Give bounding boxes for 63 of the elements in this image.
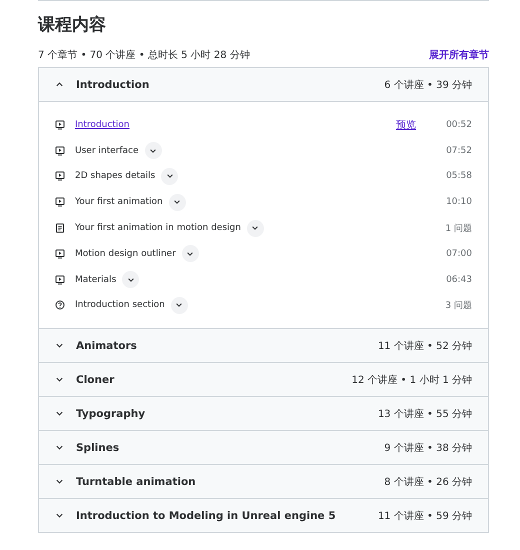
- expand-button[interactable]: [246, 220, 264, 237]
- expand-all-link[interactable]: 展开所有章节: [429, 48, 489, 62]
- expand-button[interactable]: [168, 194, 186, 211]
- preview-link[interactable]: 预览: [396, 118, 416, 132]
- caret-icon: [126, 276, 135, 284]
- section-summary: 8 个讲座 • 26 分钟: [384, 476, 472, 489]
- section-summary: 11 个讲座 • 59 分钟: [378, 510, 472, 523]
- caret-icon: [149, 146, 158, 155]
- video-icon: [55, 248, 65, 259]
- section-summary: 11 个讲座 • 52 分钟: [378, 340, 472, 353]
- video-icon: [55, 274, 65, 285]
- section-summary: 6 个讲座 • 39 分钟: [384, 78, 472, 92]
- lecture-title: Motion design outliner: [75, 248, 176, 259]
- lecture-duration: 00:52: [445, 120, 472, 130]
- video-icon: [55, 197, 65, 208]
- caret-icon: [186, 250, 194, 258]
- expand-button[interactable]: [182, 245, 199, 262]
- lecture-duration: 10:10: [445, 197, 472, 208]
- caret-icon: [166, 172, 174, 180]
- page-title: 课程内容: [38, 14, 107, 36]
- question-icon: [55, 300, 65, 310]
- lecture-duration: 1 问题: [444, 222, 472, 235]
- section-title: Introduction to Modeling in Unreal engine 5: [76, 510, 337, 522]
- section-title: Turntable animation: [76, 476, 197, 488]
- section-summary: 9 个讲座 • 38 分钟: [384, 442, 472, 455]
- expand-button[interactable]: [161, 168, 178, 185]
- lecture-title: Your first animation: [75, 197, 163, 208]
- lecture-duration: 06:43: [445, 274, 472, 285]
- video-icon: [55, 146, 65, 156]
- section-summary: 12 个讲座 • 1 小时 1 分钟: [352, 374, 472, 387]
- lecture-title: Introduction section: [75, 300, 165, 310]
- video-icon: [55, 171, 65, 182]
- section-header[interactable]: Splines 9 个讲座 • 38 分钟: [39, 431, 488, 464]
- section-summary: 13 个讲座 • 55 分钟: [378, 408, 472, 421]
- section-header[interactable]: Introduction to Modeling in Unreal engine 5 11 个讲座 • 59 分钟: [39, 499, 488, 532]
- lecture-title: 2D shapes details: [75, 171, 156, 182]
- caret-icon: [173, 198, 182, 206]
- lecture-duration: 07:00: [445, 248, 472, 259]
- section-title: Introduction: [76, 78, 150, 90]
- section-title: Typography: [76, 408, 146, 420]
- section-header[interactable]: Animators 11 个讲座 • 52 分钟: [39, 329, 488, 362]
- lecture-title: Materials: [75, 274, 116, 285]
- section-header[interactable]: Introduction 6 个讲座 • 39 分钟: [39, 68, 488, 101]
- lecture-duration: 3 问题: [444, 300, 472, 312]
- section-header[interactable]: Turntable animation 8 个讲座 • 26 分钟: [39, 465, 488, 498]
- lecture-duration: 05:58: [445, 171, 472, 182]
- lecture-duration: 07:52: [445, 146, 472, 156]
- section-title: Splines: [76, 442, 120, 454]
- lecture-title: User interface: [75, 146, 139, 156]
- caret-icon: [251, 224, 260, 232]
- section-title: Animators: [76, 340, 138, 352]
- document-icon: [55, 223, 65, 234]
- caret-icon: [175, 301, 184, 310]
- section-title: Cloner: [76, 374, 116, 386]
- expand-button[interactable]: [122, 271, 140, 288]
- lecture-title: Your first animation in motion design: [75, 223, 241, 234]
- lecture-link[interactable]: Introduction: [75, 120, 130, 130]
- expand-button[interactable]: [170, 296, 188, 314]
- section-header[interactable]: Typography 13 个讲座 • 55 分钟: [39, 397, 488, 430]
- expand-button[interactable]: [144, 142, 162, 160]
- course-summary: 7 个章节 • 70 个讲座 • 总时长 5 小时 28 分钟: [38, 48, 250, 62]
- section-header[interactable]: Cloner 12 个讲座 • 1 小时 1 分钟: [39, 363, 488, 396]
- video-icon: [55, 120, 65, 130]
